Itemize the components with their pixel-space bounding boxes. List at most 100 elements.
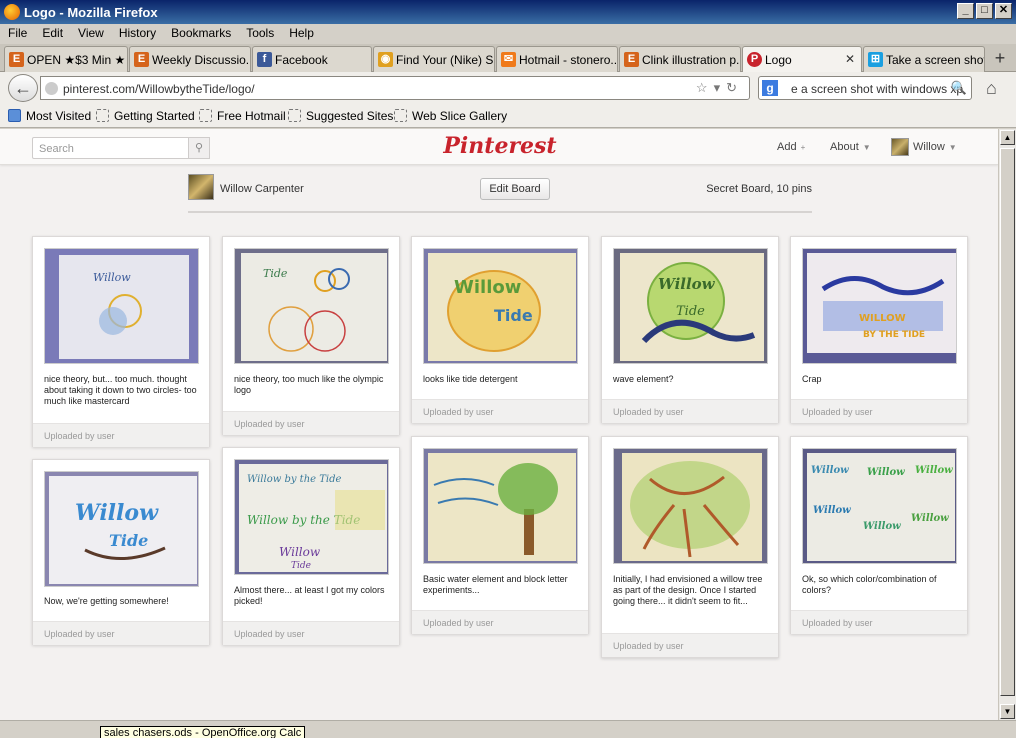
user-label: Willow [913, 141, 945, 153]
close-tab-icon[interactable]: ✕ [845, 52, 855, 66]
new-tab-button[interactable]: + [986, 46, 1014, 72]
bookmark-label: Web Slice Gallery [412, 109, 508, 123]
globe-icon [45, 82, 58, 95]
pinterest-search-input[interactable]: Search ⚲ [32, 137, 210, 159]
svg-text:Willow: Willow [658, 275, 716, 293]
tab-clink[interactable]: E Clink illustration p... [619, 46, 741, 72]
pin-caption: looks like tide detergent [423, 374, 518, 384]
pin-card[interactable]: Willow Tide Now, we're getting somewhere!… [32, 459, 210, 645]
pin-footer: Uploaded by user [223, 621, 399, 645]
etsy-icon: E [624, 52, 639, 67]
menu-tools[interactable]: Tools [238, 24, 281, 40]
tab-nike[interactable]: ◉ Find Your (Nike) S... [373, 46, 495, 72]
tab-label: Logo [765, 53, 792, 67]
back-button[interactable]: ← [8, 74, 38, 102]
scroll-up-icon[interactable]: ▲ [1000, 130, 1015, 145]
tab-hotmail[interactable]: ✉ Hotmail - stonero... [496, 46, 618, 72]
pin-image[interactable]: Tide [234, 248, 389, 364]
search-icon[interactable]: ⚲ [188, 137, 210, 159]
pin-card[interactable]: Basic water element and block letter exp… [411, 436, 589, 634]
tab-logo[interactable]: P Logo ✕ [742, 46, 862, 73]
about-menu[interactable]: About ▼ [830, 141, 871, 153]
svg-text:Tide: Tide [676, 304, 705, 319]
pin-image[interactable]: Willow Tide [423, 248, 578, 364]
scroll-thumb[interactable] [1000, 148, 1015, 696]
board-owner-name[interactable]: Willow Carpenter [220, 183, 304, 195]
pin-card[interactable]: Willow Tide wave element? Uploaded by use… [601, 236, 779, 423]
edit-board-button[interactable]: Edit Board [480, 178, 550, 200]
menu-edit[interactable]: Edit [34, 24, 70, 40]
bookmark-free-hotmail[interactable]: Free Hotmail [199, 109, 286, 123]
pinterest-logo[interactable]: Pinterest [440, 133, 560, 159]
tab-screenshot[interactable]: ⊞ Take a screen shot [863, 46, 985, 72]
search-box[interactable]: g e a screen shot with windows xp 🔍 [758, 76, 972, 100]
taskbar-tooltip: sales chasers.ods - OpenOffice.org Calc [100, 726, 306, 738]
svg-text:Willow: Willow [911, 513, 949, 524]
user-menu[interactable]: Willow ▼ [913, 141, 957, 153]
pin-caption: nice theory, but... too much. thought ab… [44, 374, 197, 406]
pin-footer: Uploaded by user [791, 399, 967, 423]
tab-label: Hotmail - stonero... [519, 53, 618, 67]
close-window-button[interactable]: ✕ [995, 3, 1012, 19]
title-bar: Logo - Mozilla Firefox _ □ ✕ [0, 0, 1016, 24]
minimize-button[interactable]: _ [957, 3, 974, 19]
pin-image[interactable]: WILLOW BY THE TIDE [802, 248, 957, 364]
pin-image[interactable] [423, 448, 578, 564]
pin-card[interactable]: Willow by the Tide Willow by the Tide Will… [222, 447, 400, 645]
svg-text:Willow: Willow [454, 277, 521, 298]
magnifier-icon[interactable]: 🔍 [951, 80, 967, 96]
tab-label: Find Your (Nike) S... [396, 53, 495, 67]
tab-label: Clink illustration p... [642, 53, 741, 67]
svg-text:Tide: Tide [263, 267, 288, 280]
pin-caption: wave element? [613, 374, 674, 384]
scroll-down-icon[interactable]: ▼ [1000, 704, 1015, 719]
bookmark-suggested-sites[interactable]: Suggested Sites [288, 109, 393, 123]
pin-card[interactable]: Willow Willow Willow Willow Willow Willow Ok,… [790, 436, 968, 634]
tab-facebook[interactable]: f Facebook [252, 46, 372, 72]
pin-image[interactable]: Willow by the Tide Willow by the Tide Will… [234, 459, 389, 575]
pin-card[interactable]: WILLOW BY THE TIDE Crap Uploaded by user [790, 236, 968, 423]
pin-image[interactable]: Willow Willow Willow Willow Willow Willow [802, 448, 957, 564]
board-owner-avatar[interactable] [188, 174, 214, 200]
pin-card[interactable]: Willow nice theory, but... too much. tho… [32, 236, 210, 447]
bookmark-web-slice-gallery[interactable]: Web Slice Gallery [394, 109, 507, 123]
bookmark-getting-started[interactable]: Getting Started [96, 109, 195, 123]
menu-bar: File Edit View History Bookmarks Tools Help [0, 24, 1016, 44]
url-text: pinterest.com/WillowbytheTide/logo/ [63, 82, 255, 96]
about-label: About [830, 141, 859, 153]
svg-text:Willow: Willow [279, 545, 321, 559]
svg-text:Tide: Tide [494, 306, 533, 325]
pin-card[interactable]: Initially, I had envisioned a willow tre… [601, 436, 779, 658]
menu-file[interactable]: File [0, 24, 34, 40]
maximize-button[interactable]: □ [976, 3, 993, 19]
pin-card[interactable]: Willow Tide looks like tide detergent Upl… [411, 236, 589, 423]
home-icon[interactable]: ⌂ [986, 78, 997, 99]
menu-history[interactable]: History [111, 24, 163, 40]
bookmark-label: Suggested Sites [306, 109, 394, 123]
pin-card[interactable]: Tide nice theory, too much like the olym… [222, 236, 400, 435]
svg-text:Willow: Willow [93, 271, 131, 284]
pin-image[interactable] [613, 448, 768, 564]
svg-text:Willow: Willow [867, 467, 905, 478]
tab-label: Take a screen shot [886, 53, 985, 67]
add-menu[interactable]: Add + [777, 141, 805, 153]
pin-footer: Uploaded by user [412, 399, 588, 423]
pin-caption: Now, we're getting somewhere! [44, 596, 169, 606]
bookmark-most-visited[interactable]: Most Visited [8, 109, 91, 123]
search-placeholder: Search [39, 143, 74, 155]
tab-weekly-discussion[interactable]: E Weekly Discussio... [129, 46, 251, 72]
url-bar[interactable]: pinterest.com/WillowbytheTide/logo/ ☆▾↻ [40, 76, 750, 100]
menu-help[interactable]: Help [281, 24, 321, 40]
pin-image[interactable]: Willow Tide [44, 471, 199, 587]
menu-view[interactable]: View [70, 24, 111, 40]
vertical-scrollbar[interactable]: ▲ ▼ [998, 129, 1016, 720]
chevron-down-icon: ▼ [948, 143, 957, 152]
menu-bookmarks[interactable]: Bookmarks [163, 24, 238, 40]
user-avatar[interactable] [891, 138, 909, 156]
pin-image[interactable]: Willow [44, 248, 199, 364]
pin-image[interactable]: Willow Tide [613, 248, 768, 364]
tab-etsy-open[interactable]: E OPEN ★$3 Min ★ ... [4, 46, 128, 72]
bookmark-star-icon[interactable]: ☆▾↻ [696, 80, 743, 96]
board-info: Secret Board, 10 pins [706, 183, 812, 195]
chrome-icon: ◉ [378, 52, 393, 67]
